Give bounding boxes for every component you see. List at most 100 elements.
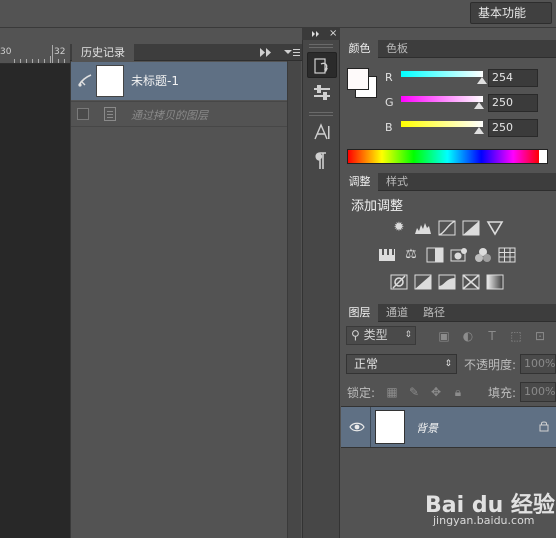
tab-channels[interactable]: 通道 (379, 304, 415, 322)
layer-kind-filter[interactable]: ⚲ 类型 ⇕ (346, 326, 416, 345)
tab-color[interactable]: 颜色 (341, 40, 378, 58)
photo-filter-icon[interactable] (450, 247, 468, 263)
tab-adjustments[interactable]: 调整 (341, 173, 378, 191)
green-slider-thumb[interactable] (474, 102, 484, 109)
blue-slider[interactable] (401, 121, 483, 127)
panel-menu-icon[interactable] (284, 47, 300, 58)
blend-mode-value: 正常 (354, 357, 379, 371)
black-white-icon[interactable] (426, 247, 444, 263)
history-panel-button[interactable] (307, 52, 337, 78)
red-slider[interactable] (401, 71, 483, 77)
workspace-label: 基本功能 (478, 6, 527, 20)
tab-paths[interactable]: 路径 (416, 304, 452, 322)
posterize-icon[interactable] (414, 274, 432, 290)
hue-saturation-icon[interactable] (378, 247, 396, 263)
history-source-checkbox[interactable] (77, 108, 89, 120)
eye-icon[interactable] (349, 419, 365, 435)
ruler-label: 32 (54, 47, 66, 57)
vibrance-icon[interactable] (486, 220, 504, 236)
history-item-label: 未标题-1 (131, 74, 179, 88)
levels-icon[interactable] (414, 220, 432, 236)
opacity-input[interactable]: 100% (520, 354, 556, 374)
fill-input[interactable]: 100% (520, 382, 556, 402)
invert-icon[interactable] (390, 274, 408, 290)
workspace-switcher[interactable]: 基本功能 (470, 2, 552, 24)
red-channel-label: R (385, 71, 393, 84)
watermark-url: jingyan.baidu.com (433, 514, 535, 527)
opacity-label: 不透明度: (464, 358, 517, 372)
document-canvas[interactable] (0, 44, 70, 538)
color-lookup-icon[interactable] (498, 247, 516, 263)
selective-color-icon[interactable] (462, 274, 480, 290)
blue-value-input[interactable]: 250 (488, 119, 538, 137)
document-icon (104, 107, 116, 121)
close-icon[interactable]: × (329, 28, 337, 40)
search-icon: ⚲ (351, 328, 360, 342)
red-slider-thumb[interactable] (477, 77, 487, 84)
pixel-filter-icon[interactable]: ▣ (436, 328, 452, 344)
ruler-tick (20, 59, 21, 63)
ruler-tick (44, 59, 45, 63)
layer-name[interactable]: 背景 (416, 420, 438, 436)
shape-filter-icon[interactable]: ⬚ (508, 328, 524, 344)
curves-icon[interactable] (438, 220, 456, 236)
history-icon (314, 58, 328, 74)
tab-history[interactable]: 历史记录 (72, 44, 134, 61)
grip-icon[interactable] (309, 44, 333, 48)
strip-header: × (302, 28, 340, 40)
green-channel-label: G (385, 96, 394, 109)
channel-mixer-icon[interactable] (474, 247, 492, 263)
color-spectrum-ramp[interactable] (347, 149, 548, 164)
ruler-tick (26, 59, 27, 63)
adjustment-filter-icon[interactable]: ◐ (460, 328, 476, 344)
ruler-tick (58, 59, 59, 63)
pilcrow-icon (315, 152, 326, 169)
ruler-tick (38, 59, 39, 63)
layer-row[interactable] (341, 406, 556, 448)
lock-label: 锁定: (347, 386, 376, 400)
snapshot-thumbnail (96, 65, 124, 97)
blend-mode-select[interactable]: 正常 ⇕ (346, 354, 457, 374)
history-item-label: 通过拷贝的图层 (131, 109, 208, 122)
tab-swatches[interactable]: 色板 (379, 40, 415, 58)
blue-slider-thumb[interactable] (474, 127, 484, 134)
properties-panel-button[interactable] (307, 80, 337, 106)
green-value-input[interactable]: 250 (488, 94, 538, 112)
color-balance-icon[interactable]: ⚖ (402, 247, 420, 263)
gradient-map-icon[interactable] (486, 274, 504, 290)
adjustments-title: 添加调整 (351, 199, 404, 214)
ruler-label: 30 (0, 47, 12, 57)
adjustments-tab-bar: 调整 样式 (341, 173, 556, 191)
tab-styles[interactable]: 样式 (379, 173, 415, 191)
character-icon (314, 123, 330, 140)
paragraph-panel-button[interactable] (307, 148, 337, 174)
lock-position-icon[interactable]: ✥ (428, 384, 444, 400)
ruler-tick (14, 59, 15, 63)
ruler-tick (50, 56, 51, 63)
red-value-input[interactable]: 254 (488, 69, 538, 87)
brightness-contrast-icon[interactable]: ✹ (390, 220, 408, 236)
type-filter-icon[interactable]: T (484, 328, 500, 344)
grip-icon[interactable] (309, 112, 333, 116)
threshold-icon[interactable] (438, 274, 456, 290)
lock-image-icon[interactable]: ✎ (406, 384, 422, 400)
horizontal-ruler: 30 32 (0, 44, 70, 64)
lock-icon (539, 421, 549, 432)
double-arrow-right-icon[interactable] (260, 48, 272, 57)
updown-arrows-icon: ⇕ (444, 359, 452, 369)
color-tab-bar: 颜色 色板 (341, 40, 556, 58)
layer-thumbnail (375, 410, 405, 444)
foreground-color-swatch[interactable] (347, 68, 369, 90)
tab-layers[interactable]: 图层 (341, 304, 378, 322)
collapse-arrows-icon[interactable] (312, 31, 320, 37)
smart-object-filter-icon[interactable]: ⊡ (532, 328, 548, 344)
history-scrollbar[interactable] (287, 61, 301, 538)
exposure-icon[interactable] (462, 220, 480, 236)
lock-all-icon[interactable]: 🔒︎ (450, 384, 466, 400)
blue-channel-label: B (385, 121, 393, 134)
updown-arrows-icon: ⇕ (404, 330, 412, 340)
green-slider[interactable] (401, 96, 483, 102)
character-panel-button[interactable] (307, 120, 337, 146)
history-brush-icon[interactable] (77, 72, 93, 88)
lock-transparent-icon[interactable]: ▦ (384, 384, 400, 400)
